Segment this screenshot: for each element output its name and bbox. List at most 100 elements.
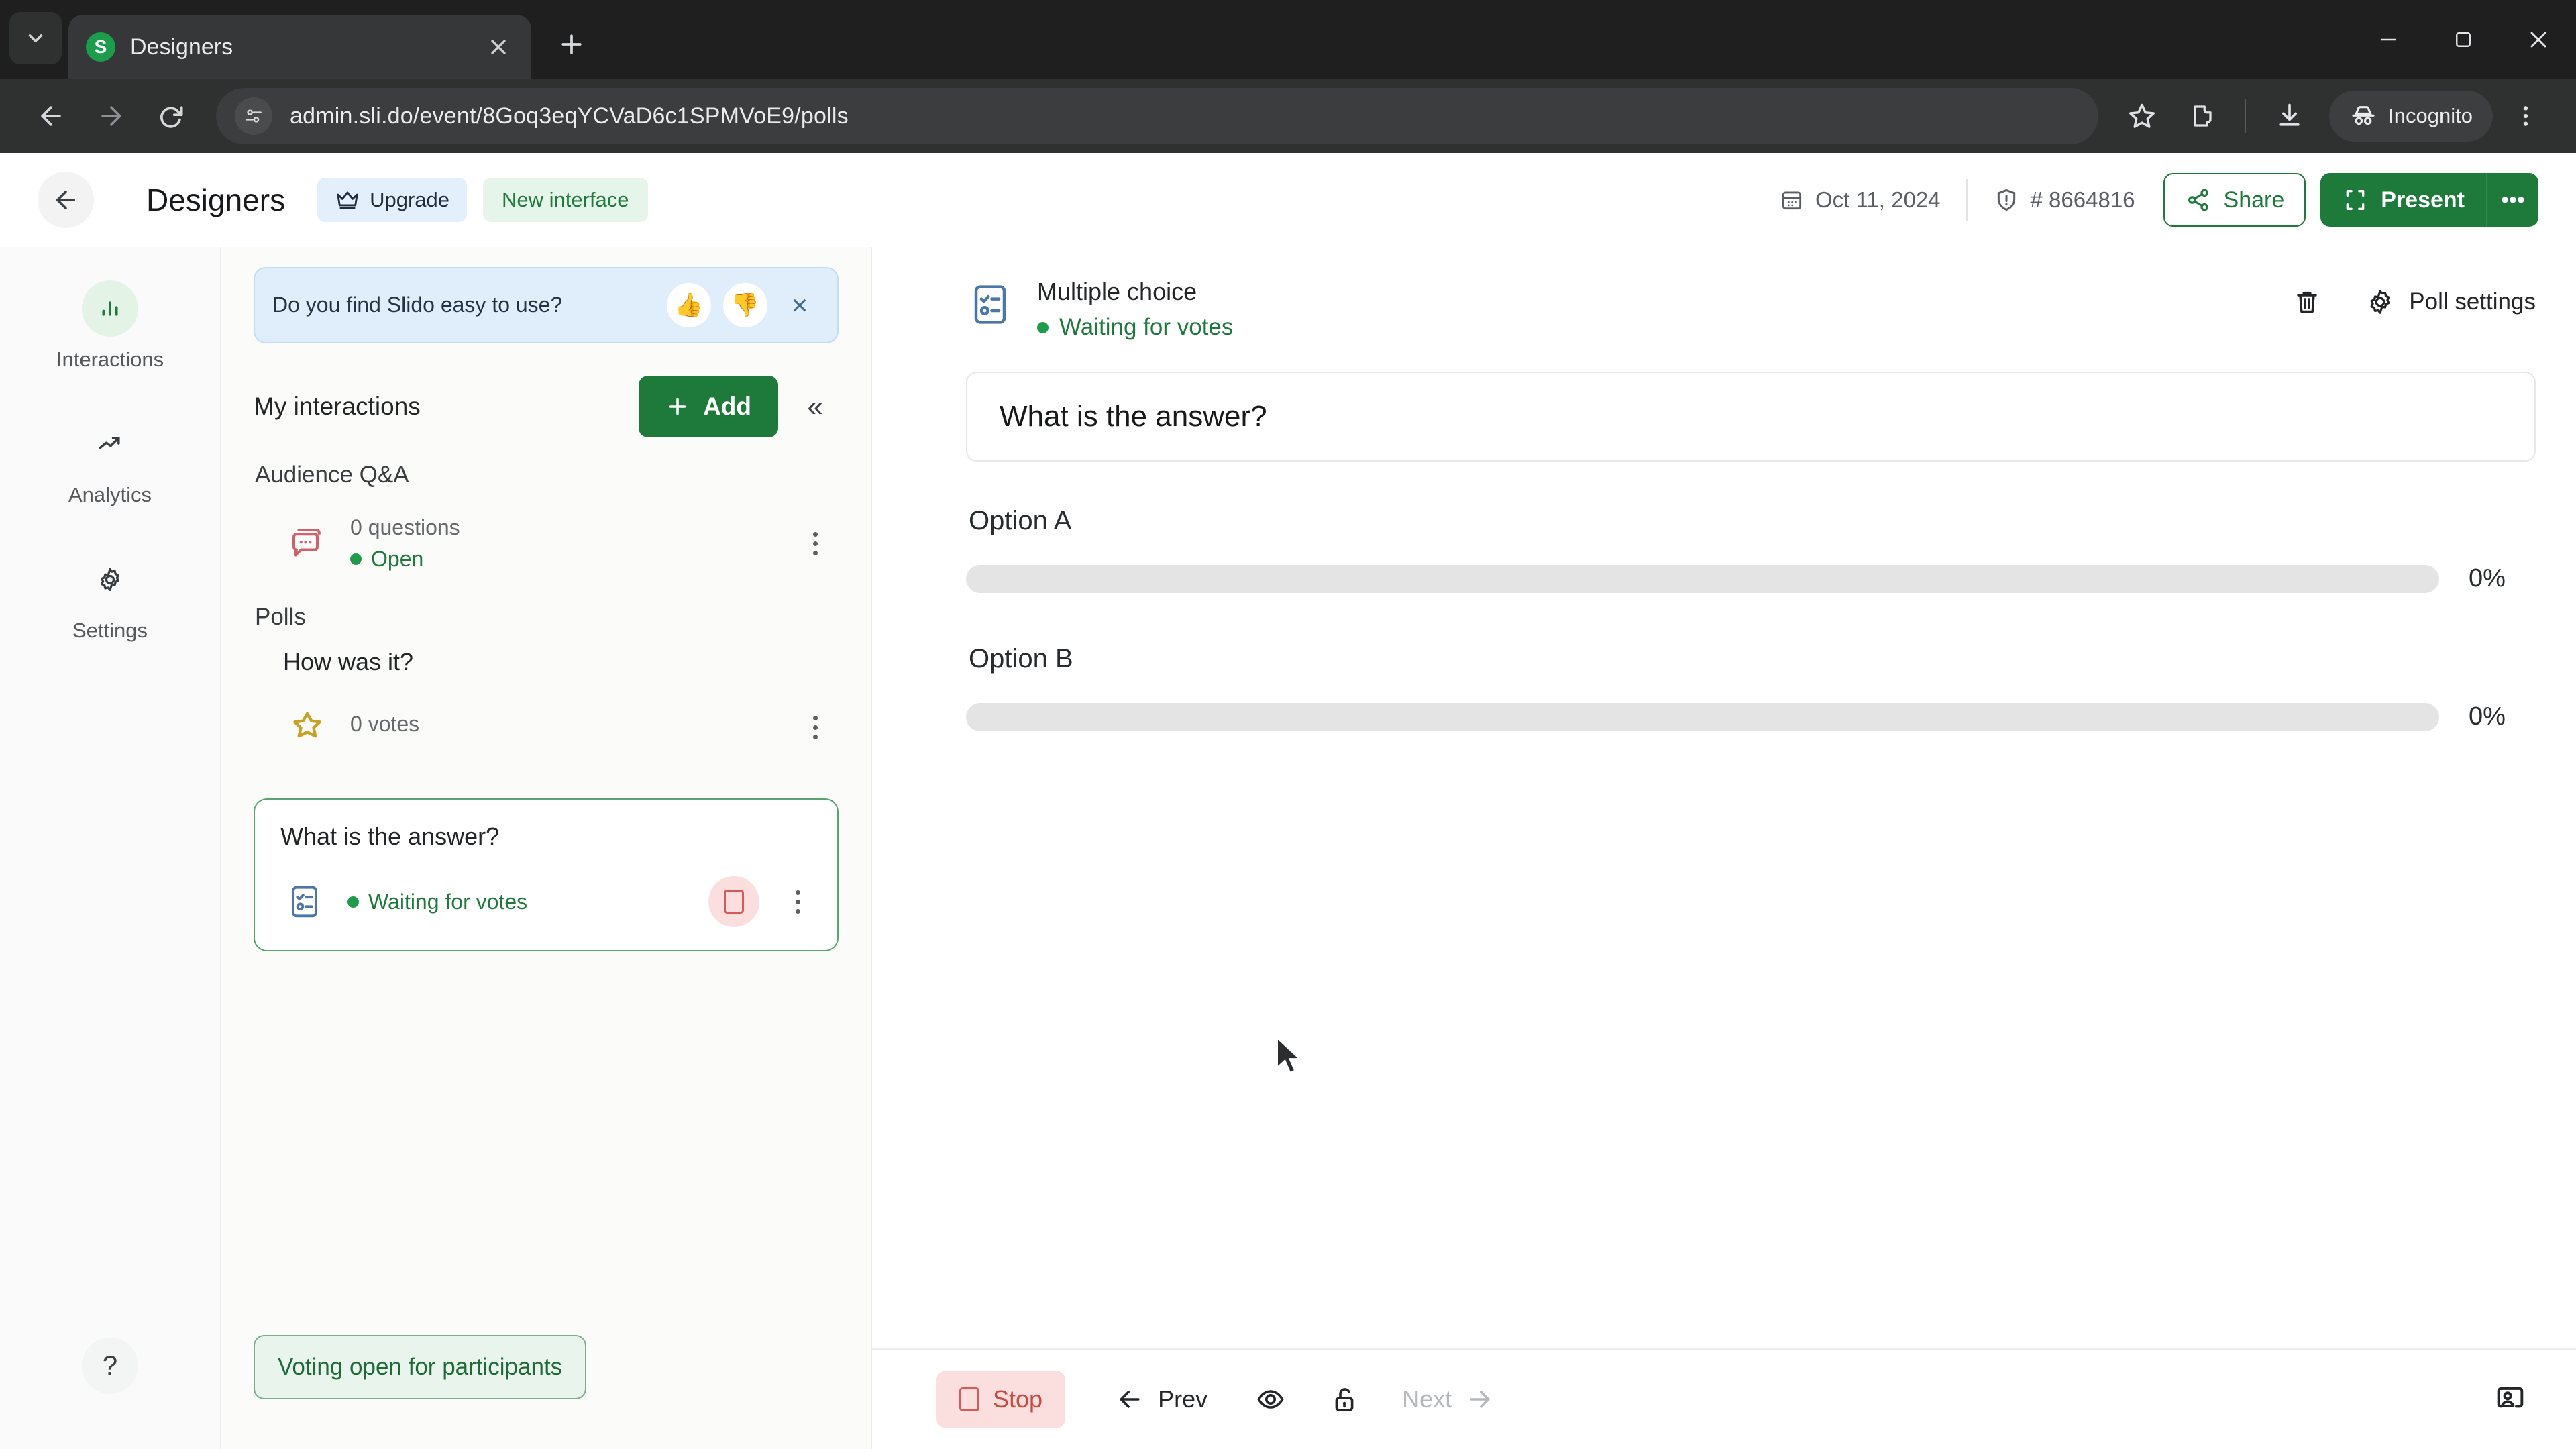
- poll-detail-header: Multiple choice Waiting for votes Poll s…: [966, 278, 2536, 341]
- poll-menu-button[interactable]: [796, 708, 835, 747]
- page-title: Designers: [146, 182, 286, 217]
- extensions-button[interactable]: [2175, 90, 2227, 142]
- trending-up-icon: [99, 437, 120, 449]
- sidebar-item-interactions[interactable]: Interactions: [0, 280, 220, 372]
- poll-question-box[interactable]: What is the answer?: [966, 372, 2536, 462]
- sidebar-item-settings[interactable]: Settings: [0, 551, 220, 643]
- poll-type-block: Multiple choice Waiting for votes: [1037, 278, 2267, 341]
- qa-menu-button[interactable]: [796, 524, 835, 563]
- maximize-icon: [2456, 32, 2471, 47]
- poll-stop-button[interactable]: [708, 876, 759, 927]
- share-button[interactable]: Share: [2163, 173, 2306, 227]
- feedback-banner: Do you find Slido easy to use? 👍 👎 ×: [254, 267, 839, 343]
- poll-vote-count: 0 votes: [350, 711, 420, 736]
- feedback-question: Do you find Slido easy to use?: [272, 292, 563, 317]
- address-bar[interactable]: admin.sli.do/event/8Goq3eqYCVaD6c1SPMVoE…: [216, 88, 2099, 144]
- thumbs-down-button[interactable]: 👎: [723, 283, 767, 327]
- collapse-sidebar-button[interactable]: «: [792, 383, 839, 430]
- group-label-qa: Audience Q&A: [255, 462, 409, 488]
- qa-status-label: Open: [371, 547, 424, 571]
- window-close-button[interactable]: [2501, 0, 2576, 79]
- unlock-icon: [1335, 1388, 1354, 1411]
- lock-button[interactable]: [1316, 1371, 1373, 1428]
- poll-type-label: Multiple choice: [1037, 278, 1197, 305]
- upgrade-button[interactable]: Upgrade: [317, 178, 468, 222]
- plus-icon: [561, 34, 582, 54]
- dot: [812, 724, 818, 730]
- maximize-button[interactable]: [2426, 0, 2501, 79]
- profile-button[interactable]: Incognito: [2329, 91, 2493, 142]
- downloads-button[interactable]: [2263, 90, 2316, 142]
- stop-poll-button[interactable]: Stop: [936, 1371, 1066, 1428]
- incognito-hat-icon: [2352, 106, 2375, 125]
- poll-status-label: Waiting for votes: [1059, 314, 1234, 340]
- app-back-button[interactable]: [38, 172, 94, 228]
- prev-button[interactable]: Prev: [1097, 1385, 1225, 1414]
- selected-poll-menu-button[interactable]: [778, 882, 817, 921]
- browser-menu-button[interactable]: [2500, 90, 2552, 142]
- dot: [812, 715, 818, 720]
- participant-view-icon: [2497, 1387, 2524, 1408]
- present-label: Present: [2381, 186, 2465, 213]
- minimize-button[interactable]: [2351, 0, 2426, 79]
- next-label: Next: [1402, 1385, 1452, 1413]
- prev-label: Prev: [1158, 1385, 1208, 1413]
- star-icon: [2129, 103, 2155, 128]
- site-settings-button[interactable]: [235, 97, 272, 135]
- present-group: Present •••: [2320, 173, 2538, 227]
- sidebar-item-analytics[interactable]: Analytics: [0, 416, 220, 507]
- status-dot: [350, 553, 362, 565]
- group-label-polls: Polls: [255, 604, 306, 630]
- poll-detail-content: Multiple choice Waiting for votes Poll s…: [872, 247, 2576, 1348]
- chat-bubble-icon: [292, 529, 321, 557]
- dot: [812, 541, 818, 546]
- dot: [812, 734, 818, 739]
- poll-header-actions: Poll settings: [2287, 278, 2536, 322]
- interactions-scroll: Do you find Slido easy to use? 👍 👎 × My …: [221, 247, 871, 1449]
- share-label: Share: [2223, 186, 2285, 213]
- my-interactions-row: My interactions Add «: [254, 376, 839, 437]
- add-interaction-button[interactable]: Add: [639, 376, 778, 437]
- browser-tab[interactable]: S Designers: [68, 15, 531, 79]
- add-label: Add: [703, 392, 751, 420]
- poll-item-title-how-was-it[interactable]: How was it?: [254, 648, 839, 676]
- multiple-choice-icon-wrap: [966, 280, 1017, 331]
- help-button[interactable]: ?: [82, 1338, 138, 1394]
- tab-search-button[interactable]: [9, 12, 62, 64]
- list-item[interactable]: 0 votes: [254, 694, 839, 761]
- arrow-left-icon: [1120, 1391, 1140, 1408]
- forward-button[interactable]: [85, 89, 138, 143]
- reload-button[interactable]: [145, 89, 199, 143]
- arrow-left-icon: [56, 191, 75, 209]
- gear-icon: [2370, 290, 2390, 314]
- thumbs-up-button[interactable]: 👍: [667, 283, 711, 327]
- shield-alert-icon: [1997, 189, 2015, 211]
- delete-poll-button[interactable]: [2287, 282, 2327, 322]
- close-icon: [491, 40, 506, 54]
- next-button[interactable]: Next: [1385, 1385, 1512, 1414]
- calendar-icon: [1782, 191, 1802, 210]
- feedback-close-button[interactable]: ×: [780, 285, 820, 325]
- list-item[interactable]: 0 questions Open: [254, 506, 839, 581]
- interactions-icon-wrap: [82, 280, 138, 337]
- option-label: Option B: [969, 644, 1073, 674]
- event-code[interactable]: # 8664816: [1993, 186, 2135, 213]
- window-controls: [2351, 0, 2576, 79]
- participant-view-button[interactable]: [2482, 1371, 2538, 1428]
- new-tab-button[interactable]: [546, 19, 597, 70]
- bar-chart-icon: [102, 301, 118, 316]
- tab-close-button[interactable]: [483, 32, 514, 62]
- stop-square-icon: [959, 1387, 979, 1411]
- new-interface-button[interactable]: New interface: [483, 178, 648, 222]
- present-button[interactable]: Present: [2320, 173, 2486, 227]
- present-more-button[interactable]: •••: [2486, 173, 2538, 227]
- selected-poll-card[interactable]: What is the answer? Waiting for votes: [254, 798, 839, 951]
- back-button[interactable]: [24, 89, 78, 143]
- bookmark-button[interactable]: [2116, 90, 2168, 142]
- slido-app: Designers Upgrade New interface Oct 11, …: [0, 153, 2576, 1449]
- preview-button[interactable]: [1242, 1371, 1299, 1428]
- event-code-label: # 8664816: [2030, 187, 2135, 212]
- poll-settings-button[interactable]: Poll settings: [2365, 286, 2536, 317]
- option-percent: 0%: [2469, 564, 2506, 592]
- option-percent: 0%: [2469, 702, 2506, 731]
